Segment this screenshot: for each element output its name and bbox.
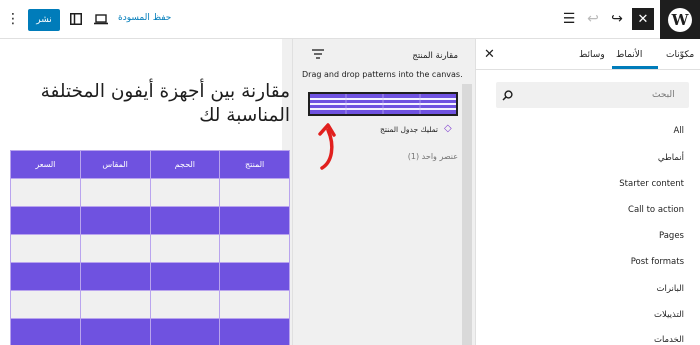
table-header-cell[interactable]: المقاس	[79, 150, 151, 179]
undo-icon[interactable]: ↩	[582, 8, 604, 30]
table-row	[10, 206, 290, 235]
table-row	[10, 234, 290, 263]
table-cell[interactable]	[149, 290, 221, 319]
category-my-patterns[interactable]: أنماطي	[658, 153, 684, 163]
table-cell[interactable]	[149, 234, 221, 263]
table-cell[interactable]	[219, 262, 290, 291]
category-services[interactable]: الخدمات	[654, 335, 684, 345]
document-overview-icon[interactable]: ☰	[558, 8, 580, 30]
search-placeholder: البحث	[652, 90, 675, 100]
table-header-cell[interactable]: المنتج	[219, 150, 290, 179]
table-cell[interactable]	[79, 290, 151, 319]
search-icon	[502, 86, 516, 104]
tab-blocks[interactable]: مكوّنات	[666, 50, 694, 60]
table-cell[interactable]	[79, 206, 151, 235]
table-cell[interactable]	[149, 262, 221, 291]
options-menu-icon[interactable]: ⋮	[2, 8, 24, 30]
table-cell[interactable]	[219, 318, 290, 345]
category-all[interactable]: All	[673, 126, 684, 136]
table-row	[10, 290, 290, 319]
sidebar-toggle-icon[interactable]	[65, 8, 87, 30]
table-cell[interactable]	[219, 178, 290, 207]
explorer-hint: Drag and drop patterns into the canvas.	[302, 70, 463, 79]
category-pages[interactable]: Pages	[659, 231, 684, 241]
table-cell[interactable]	[10, 234, 81, 263]
table-cell[interactable]	[10, 262, 81, 291]
post-heading[interactable]: مقارنة بين أجهزة أيفون المختلفة المناسبة…	[20, 80, 290, 128]
table-cell[interactable]	[149, 178, 221, 207]
table-cell[interactable]	[10, 178, 81, 207]
table-cell[interactable]	[10, 318, 81, 345]
wordpress-icon: W	[668, 7, 692, 32]
table-cell[interactable]	[219, 206, 290, 235]
table-cell[interactable]	[149, 206, 221, 235]
table-header-cell[interactable]: السعر	[10, 150, 81, 179]
table-cell[interactable]	[79, 234, 151, 263]
table-header-cell[interactable]: الحجم	[149, 150, 221, 179]
close-inserter-button[interactable]: ✕	[632, 8, 654, 30]
table-header-row: المنتج الحجم المقاس السعر	[10, 150, 290, 179]
tabs-divider	[476, 69, 700, 70]
red-arrow-annotation	[318, 122, 342, 176]
save-draft-link[interactable]: حفظ المسودة	[118, 13, 171, 23]
pattern-explorer-panel	[292, 39, 475, 345]
category-post-formats[interactable]: Post formats	[631, 257, 684, 267]
category-banners[interactable]: البانرات	[656, 284, 684, 294]
category-footers[interactable]: التذييلات	[654, 310, 684, 320]
pattern-preview[interactable]	[308, 92, 458, 116]
table-cell[interactable]	[79, 262, 151, 291]
wordpress-logo-button[interactable]: W	[660, 0, 700, 39]
publish-button[interactable]: نشر	[28, 9, 60, 31]
table-cell[interactable]	[79, 178, 151, 207]
table-cell[interactable]	[149, 318, 221, 345]
tab-media[interactable]: وسائط	[579, 50, 605, 60]
table-row	[10, 178, 290, 207]
table-cell[interactable]	[10, 206, 81, 235]
table-cell[interactable]	[10, 290, 81, 319]
comparison-table[interactable]: المنتج الحجم المقاس السعر	[10, 150, 290, 345]
close-icon[interactable]: ✕	[484, 47, 495, 62]
table-cell[interactable]	[219, 290, 290, 319]
table-row	[10, 318, 290, 345]
table-row	[10, 262, 290, 291]
pattern-count: عنصر واحد (1)	[407, 152, 458, 161]
preview-icon[interactable]	[90, 8, 112, 30]
category-call-to-action[interactable]: Call to action	[628, 205, 684, 215]
table-cell[interactable]	[219, 234, 290, 263]
explorer-scrollbar[interactable]	[462, 84, 472, 345]
category-starter-content[interactable]: Starter content	[619, 179, 684, 189]
explorer-title: مقارنة المنتج	[412, 51, 458, 61]
table-cell[interactable]	[79, 318, 151, 345]
pattern-icon: ◇	[444, 123, 452, 134]
filter-icon[interactable]	[312, 48, 324, 62]
redo-icon[interactable]: ↪	[606, 8, 628, 30]
tab-patterns[interactable]: الأنماط	[616, 50, 642, 60]
